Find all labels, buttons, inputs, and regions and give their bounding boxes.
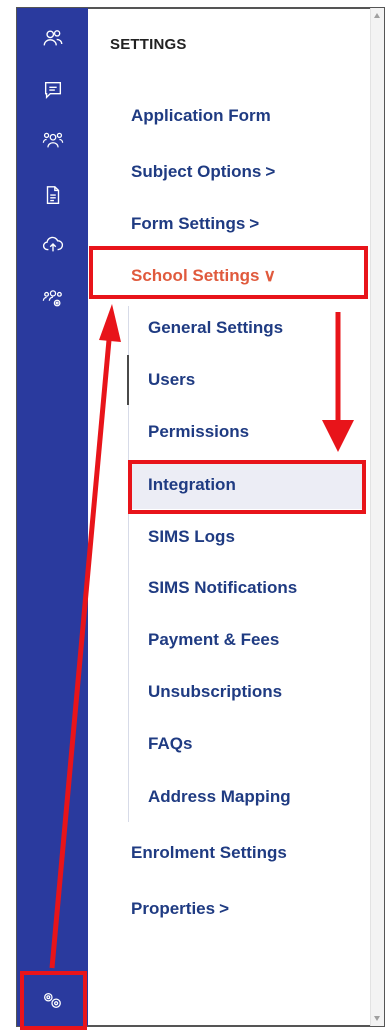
annotation-arrows — [49, 304, 354, 969]
annotation-arrow-up-head — [99, 304, 121, 342]
annotation-arrow-up — [49, 339, 112, 969]
annotation-arrow-down-head — [322, 420, 354, 452]
